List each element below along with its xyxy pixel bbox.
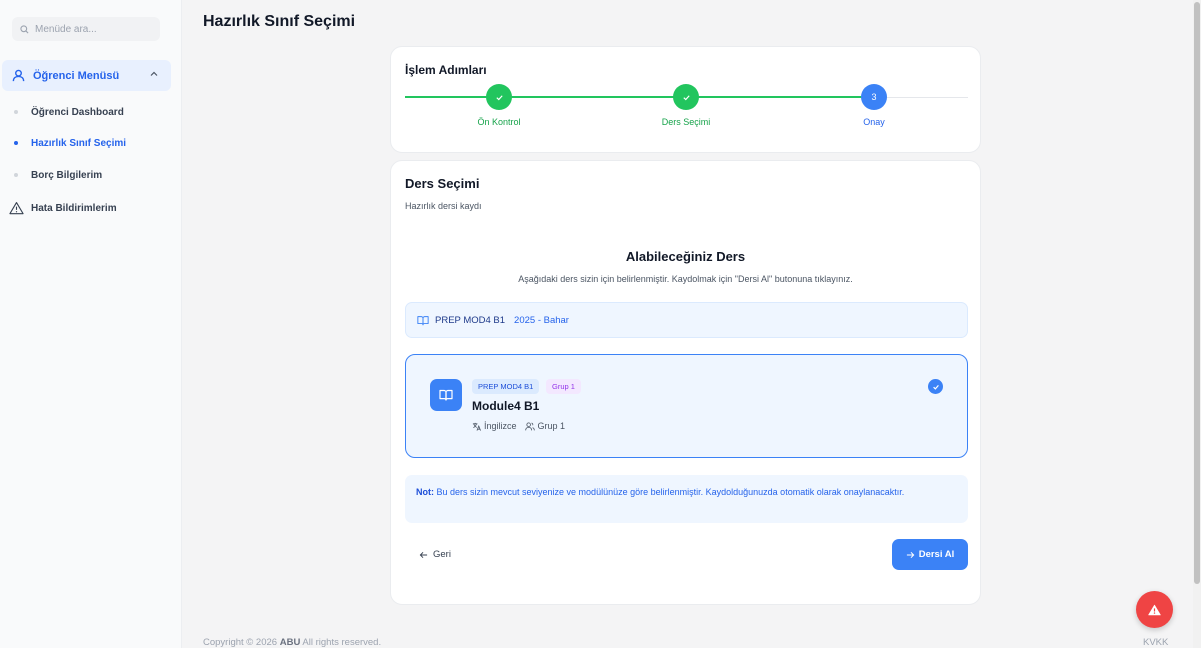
bullet-dot (14, 173, 18, 177)
step-1-circle (486, 84, 512, 110)
copyright-prefix: Copyright © 2026 (203, 637, 280, 648)
step-3-label: Onay (863, 117, 885, 127)
bullet-dot (14, 110, 18, 114)
book-icon (417, 315, 429, 325)
users-icon (524, 421, 535, 430)
course-language: İngilizce (484, 421, 517, 431)
sidebar-item-dashboard[interactable]: Öğrenci Dashboard (14, 104, 124, 120)
step-3-circle: 3 (861, 84, 887, 110)
step-2-label: Ders Seçimi (661, 117, 711, 127)
chevron-up-icon (150, 71, 158, 76)
sidebar-item-label: Öğrenci Dashboard (31, 106, 124, 118)
book-icon (439, 389, 453, 401)
arrow-right-icon (906, 551, 915, 558)
sidebar-item-debt[interactable]: Borç Bilgilerim (14, 167, 102, 183)
sidebar: Öğrenci Menüsü Öğrenci Dashboard Hazırlı… (0, 0, 182, 648)
course-code-badge: PREP MOD4 B1 (472, 379, 540, 394)
take-course-label: Dersi Al (918, 549, 955, 560)
available-course-title: Alabileceğiniz Ders (625, 249, 746, 264)
course-name: Module4 B1 (472, 399, 540, 413)
section-subtitle: Hazırlık dersi kaydı (405, 201, 482, 211)
student-menu-label: Öğrenci Menüsü (33, 69, 120, 82)
info-course-code: PREP MOD4 B1 (435, 314, 506, 326)
footer-copyright: Copyright © 2026 ABU All rights reserved… (203, 637, 381, 648)
course-group: Grup 1 (537, 421, 566, 431)
section-title: Ders Seçimi (405, 176, 480, 191)
sidebar-item-error-reports[interactable]: Hata Bildirimlerim (9, 199, 117, 217)
steps-title: İşlem Adımları (405, 63, 487, 77)
error-reports-label: Hata Bildirimlerim (31, 202, 117, 214)
report-error-fab[interactable] (1136, 591, 1173, 628)
take-course-button[interactable]: Dersi Al (892, 539, 968, 570)
scrollbar-thumb[interactable] (1194, 2, 1200, 584)
course-meta: İngilizce Grup 1 (472, 421, 565, 431)
sidebar-item-prep-class[interactable]: Hazırlık Sınıf Seçimi (14, 135, 126, 151)
translate-icon (472, 422, 481, 431)
course-info-bar: PREP MOD4 B1 2025 - Bahar (405, 302, 968, 338)
warning-icon (1148, 604, 1161, 615)
info-term: 2025 - Bahar (514, 314, 569, 326)
kvkk-link[interactable]: KVKK (1143, 637, 1168, 648)
check-icon (495, 94, 503, 100)
course-selection-card: Ders Seçimi Hazırlık dersi kaydı Alabile… (390, 160, 981, 605)
step-2-circle (673, 84, 699, 110)
warning-icon (9, 202, 24, 215)
copyright-suffix: All rights reserved. (300, 637, 382, 648)
course-icon-box (430, 379, 462, 411)
bullet-dot (14, 141, 18, 145)
arrow-left-icon (419, 551, 428, 558)
check-icon (682, 94, 690, 100)
sidebar-item-label: Borç Bilgilerim (31, 169, 103, 181)
menu-search[interactable] (12, 17, 160, 41)
menu-search-input[interactable] (35, 23, 145, 35)
note-text: Bu ders sizin mevcut seviyenize ve modül… (434, 487, 905, 497)
student-menu-group[interactable]: Öğrenci Menüsü (2, 60, 171, 91)
search-icon (20, 24, 29, 33)
step-1-label: Ön Kontrol (477, 117, 521, 127)
available-course-description: Aşağıdaki ders sizin için belirlenmiştir… (518, 274, 853, 284)
back-button[interactable]: Geri (419, 549, 451, 560)
note-box: Not: Bu ders sizin mevcut seviyenize ve … (405, 475, 968, 523)
user-icon (12, 69, 25, 82)
page-title: Hazırlık Sınıf Seçimi (203, 13, 356, 30)
steps-card: İşlem Adımları Ön Kontrol Ders Seçimi 3 … (390, 46, 981, 153)
course-option-card[interactable]: PREP MOD4 B1 Grup 1 Module4 B1 İngilizce… (405, 354, 968, 458)
note-label: Not: (416, 487, 434, 497)
back-button-label: Geri (433, 549, 451, 560)
selected-check-icon (928, 379, 943, 394)
steps-progress-line (405, 96, 875, 98)
group-badge: Grup 1 (546, 379, 581, 394)
sidebar-item-label: Hazırlık Sınıf Seçimi (31, 137, 127, 149)
brand-name: ABU (279, 637, 301, 648)
